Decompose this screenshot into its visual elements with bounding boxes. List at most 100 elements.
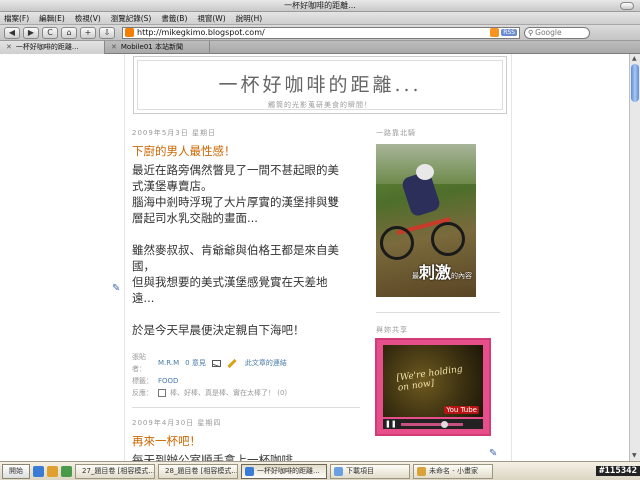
post-title[interactable]: 下廚的男人最性感！ bbox=[132, 143, 362, 159]
edit-gadget-wrench-icon[interactable]: ✎ bbox=[489, 448, 497, 459]
scroll-up-icon[interactable]: ▲ bbox=[632, 55, 637, 62]
blog-description: 觸筒的光影蒐研美食的瞬間！ bbox=[268, 101, 372, 109]
tab-label: 一杯好咖啡的距離... bbox=[15, 43, 79, 51]
folder-quicklaunch-icon[interactable] bbox=[47, 465, 58, 477]
bike-wheel-front bbox=[431, 222, 465, 256]
permalink[interactable]: 此文章的連結 bbox=[245, 357, 287, 369]
taskbar-item-paint[interactable]: 未命名 - 小畫家 bbox=[413, 463, 493, 479]
menu-edit[interactable]: 編輯(E) bbox=[39, 13, 65, 24]
tab-label: Mobile01 本站新聞 bbox=[120, 43, 183, 51]
menubar: 檔案(F) 編輯(E) 檢視(V) 瀏覽記錄(S) 書籤(B) 視窗(W) 說明… bbox=[0, 12, 640, 25]
zoom-button[interactable] bbox=[620, 2, 634, 10]
rss-badge[interactable]: RSS bbox=[501, 29, 517, 36]
taskbar-item-label: 下載項目 bbox=[346, 466, 374, 475]
window-titlebar: 一杯好咖啡的距離... bbox=[0, 0, 640, 12]
address-bar[interactable]: RSS bbox=[122, 26, 520, 39]
url-input[interactable] bbox=[137, 28, 437, 37]
blog-header-inner: 一杯好咖啡的距離... 觸筒的光影蒐研美食的瞬間！ bbox=[137, 60, 503, 110]
post-divider bbox=[132, 407, 360, 408]
tag-link[interactable]: FOOD bbox=[158, 375, 178, 387]
post-author-row: 張貼者： M.R.M 0 意見 此文章的連結 bbox=[132, 351, 362, 375]
taskbar-item-downloads[interactable]: 下載項目 bbox=[330, 463, 410, 479]
author-label: 張貼者： bbox=[132, 353, 146, 373]
post-line: 腦海中剎時浮現了大片厚實的漢堡排與雙 bbox=[132, 195, 339, 209]
caption-suffix: 的內容 bbox=[451, 272, 472, 280]
system-tray: #115342 bbox=[596, 462, 640, 480]
menu-window[interactable]: 視窗(W) bbox=[197, 13, 225, 24]
window-title: 一杯好咖啡的距離... bbox=[284, 1, 356, 10]
sidebar: 一路靠北騎 最刺激的內容 bbox=[376, 128, 506, 297]
taskbar-item-browser[interactable]: 一杯好咖啡的距離... bbox=[241, 463, 327, 479]
search-box[interactable]: ⚲ bbox=[524, 26, 590, 39]
taskbar-item-label: 一杯好咖啡的距離... bbox=[257, 466, 320, 475]
edit-gadget-wrench-icon[interactable]: ✎ bbox=[112, 283, 120, 294]
menu-bookmarks[interactable]: 書籤(B) bbox=[161, 13, 187, 24]
downloads-button[interactable]: ⇩ bbox=[99, 26, 115, 39]
close-tab-icon[interactable]: ✕ bbox=[6, 43, 12, 51]
taskbar-item-word-28[interactable]: 28_題目卷 [相容模式... bbox=[158, 463, 238, 479]
pause-icon[interactable]: ❚❚ bbox=[385, 420, 397, 428]
post-line: 但與我想要的美式漢堡感覺實在天差地 bbox=[132, 275, 328, 289]
home-button[interactable]: ⌂ bbox=[61, 26, 77, 39]
back-button[interactable]: ◀ bbox=[4, 26, 20, 39]
reaction-label: 反應： bbox=[132, 389, 153, 397]
video-overlay-text: [We're holding on now] bbox=[396, 364, 465, 393]
bike-wheel-rear bbox=[380, 226, 414, 260]
rider-helmet bbox=[416, 164, 434, 180]
reload-button[interactable]: C bbox=[42, 26, 58, 39]
search-input[interactable] bbox=[535, 28, 580, 37]
browser-icon bbox=[245, 466, 254, 476]
caption-prefix: 最 bbox=[411, 272, 419, 280]
scroll-thumb[interactable] bbox=[631, 64, 639, 102]
post-line: 遠... bbox=[132, 291, 155, 305]
desktop-quicklaunch-icon[interactable] bbox=[61, 465, 72, 477]
blog-header: 一杯好咖啡的距離... 觸筒的光影蒐研美食的瞬間！ bbox=[133, 56, 507, 114]
blogger-favicon-icon bbox=[125, 28, 134, 37]
post-tags-row: 標籤： FOOD bbox=[132, 375, 362, 387]
edit-pencil-icon[interactable] bbox=[227, 358, 237, 368]
close-tab-icon[interactable]: ✕ bbox=[111, 43, 117, 51]
youtube-logo[interactable]: You Tube bbox=[444, 406, 479, 414]
blog-title[interactable]: 一杯好咖啡的距離... bbox=[138, 70, 502, 97]
video-screen[interactable]: [We're holding on now] You Tube bbox=[383, 345, 483, 417]
taskbar-item-label: 28_題目卷 [相容模式... bbox=[165, 466, 238, 475]
reaction-text: 棒、好棒、真是棒、實在太棒了！ (0) bbox=[170, 389, 288, 397]
paint-icon bbox=[417, 466, 426, 476]
menu-history[interactable]: 瀏覽記錄(S) bbox=[111, 13, 152, 24]
video-scrub-handle[interactable] bbox=[441, 420, 449, 428]
menu-help[interactable]: 說明(H) bbox=[236, 13, 263, 24]
tab-bar: ✕ 一杯好咖啡的距離... ✕ Mobile01 本站新聞 bbox=[0, 41, 640, 54]
tags-label: 標籤： bbox=[132, 377, 153, 385]
menu-view[interactable]: 檢視(V) bbox=[75, 13, 101, 24]
post-body: 每天到辦公室順手拿上一杯咖啡， bbox=[132, 452, 362, 461]
watermark-badge: #115342 bbox=[596, 466, 640, 476]
email-post-icon[interactable] bbox=[211, 359, 221, 367]
forward-button[interactable]: ▶ bbox=[23, 26, 39, 39]
video-progress-bar[interactable] bbox=[401, 420, 463, 428]
post-1: 2009年5月3日 星期日 下廚的男人最性感！ 最近在路旁偶然瞥見了一間不甚起眼… bbox=[132, 128, 362, 338]
page-viewport: 一杯好咖啡的距離... 觸筒的光影蒐研美食的瞬間！ 2009年5月3日 星期日 … bbox=[0, 54, 629, 461]
taskbar-item-label: 未命名 - 小畫家 bbox=[429, 466, 478, 475]
taskbar-item-word-27[interactable]: 27_題目卷 [相容模式... bbox=[75, 463, 155, 479]
start-button[interactable]: 開始 bbox=[2, 463, 30, 479]
youtube-video-player[interactable]: [We're holding on now] You Tube ❚❚ bbox=[375, 338, 491, 436]
scroll-down-icon[interactable]: ▼ bbox=[632, 452, 637, 459]
tab-mobile01[interactable]: ✕ Mobile01 本站新聞 bbox=[105, 41, 210, 54]
feed-icon[interactable] bbox=[490, 28, 500, 37]
add-bookmark-button[interactable]: + bbox=[80, 26, 96, 39]
post-line: 最近在路旁偶然瞥見了一間不甚起眼的美 bbox=[132, 163, 339, 177]
windows-taskbar: 開始 27_題目卷 [相容模式... 28_題目卷 [相容模式... 一杯好咖啡… bbox=[0, 461, 640, 480]
tab-blog[interactable]: ✕ 一杯好咖啡的距離... bbox=[0, 41, 105, 54]
post-line: 國， bbox=[132, 259, 155, 273]
vertical-scrollbar[interactable]: ▲ ▼ bbox=[629, 54, 640, 461]
author-link[interactable]: M.R.M bbox=[158, 357, 179, 369]
comments-link[interactable]: 0 意見 bbox=[185, 357, 206, 369]
mountain-bike-photo[interactable]: 最刺激的內容 bbox=[376, 144, 476, 297]
post-2: 2009年4月30日 星期四 再來一杯吧！ 每天到辦公室順手拿上一杯咖啡， bbox=[132, 418, 362, 461]
post-line: 於是今天早晨便決定親自下海吧！ bbox=[132, 323, 305, 337]
post-title[interactable]: 再來一杯吧！ bbox=[132, 433, 362, 449]
reaction-checkbox[interactable] bbox=[158, 389, 166, 397]
ie-quicklaunch-icon[interactable] bbox=[33, 465, 44, 477]
menu-file[interactable]: 檔案(F) bbox=[4, 13, 29, 24]
